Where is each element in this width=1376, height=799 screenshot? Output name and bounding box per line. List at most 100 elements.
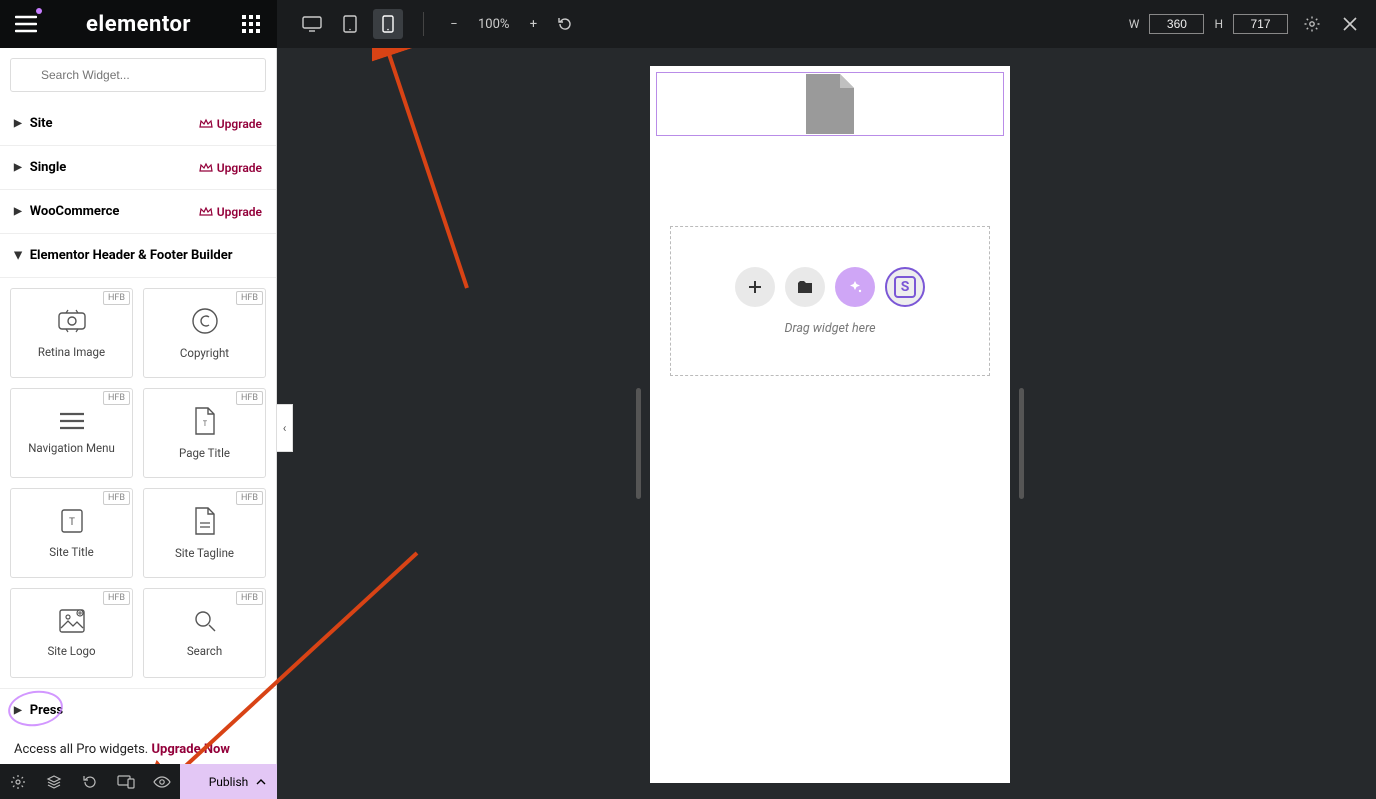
upgrade-text: Upgrade [217, 161, 262, 175]
widget-tag: HFB [103, 291, 130, 305]
collapse-sidebar-handle[interactable]: ‹ [277, 404, 293, 452]
upgrade-badge[interactable]: Upgrade [199, 161, 262, 175]
widget-grid: HFB Retina Image HFB Copyright HFB Navig… [0, 278, 276, 688]
widget-copyright[interactable]: HFB Copyright [143, 288, 266, 378]
search-widget-input[interactable] [10, 58, 266, 92]
s-icon: S [894, 276, 916, 298]
search-widget-icon [192, 608, 218, 634]
page-title-icon: T [193, 406, 217, 436]
page-settings-button[interactable] [0, 764, 36, 799]
caret-right-icon: ▶ [14, 705, 22, 716]
widget-tag: HFB [236, 291, 263, 305]
drop-zone[interactable]: S Drag widget here [670, 226, 990, 376]
widget-site-tagline[interactable]: HFB Site Tagline [143, 488, 266, 578]
caret-right-icon: ▶ [14, 118, 22, 129]
preview-button[interactable] [144, 764, 180, 799]
top-bar: elementor − 100% + W H [0, 0, 1376, 48]
settings-gear-button[interactable] [1298, 10, 1326, 38]
panel-header: elementor [0, 0, 277, 48]
upgrade-badge[interactable]: Upgrade [199, 205, 262, 219]
widgets-grid-button[interactable] [237, 10, 265, 38]
widget-search[interactable]: HFB Search [143, 588, 266, 678]
height-label: H [1214, 17, 1223, 31]
width-input[interactable] [1149, 14, 1204, 34]
publish-button[interactable]: Publish [180, 764, 277, 799]
navigator-button[interactable] [36, 764, 72, 799]
category-single[interactable]: ▶ Single Upgrade [0, 146, 276, 190]
category-press[interactable]: ▶ Press [0, 688, 276, 732]
elementor-logo: elementor [86, 12, 191, 37]
widget-page-title[interactable]: HFB T Page Title [143, 388, 266, 478]
widget-tag: HFB [103, 591, 130, 605]
tablet-device-button[interactable] [335, 9, 365, 39]
svg-text:T: T [69, 517, 75, 528]
close-button[interactable] [1336, 10, 1364, 38]
drop-zone-label: Drag widget here [785, 321, 876, 336]
category-label: Single [30, 160, 67, 175]
crown-icon [199, 206, 213, 218]
device-controls: − 100% + [277, 9, 597, 39]
caret-right-icon: ▶ [14, 206, 22, 217]
publish-options-chevron[interactable] [251, 772, 271, 792]
upgrade-text: Upgrade [217, 117, 262, 131]
widget-tag: HFB [236, 491, 263, 505]
upgrade-promo: Access all Pro widgets. Upgrade Now [0, 732, 276, 764]
mobile-device-button[interactable] [373, 9, 403, 39]
ai-button[interactable] [835, 267, 875, 307]
widget-label: Site Tagline [175, 546, 234, 560]
separator [423, 12, 424, 36]
upgrade-now-link[interactable]: Upgrade Now [151, 742, 229, 757]
site-title-icon: T [59, 507, 85, 535]
widget-label: Site Logo [47, 644, 95, 658]
image-widget-placeholder[interactable] [656, 72, 1004, 136]
publish-label: Publish [209, 775, 249, 789]
widget-label: Retina Image [38, 345, 105, 359]
mobile-preview-frame: S Drag widget here [650, 66, 1010, 783]
category-header-footer-builder[interactable]: ▶ Elementor Header & Footer Builder [0, 234, 276, 278]
widget-tag: HFB [103, 491, 130, 505]
widget-tag: HFB [103, 391, 130, 405]
category-site[interactable]: ▶ Site Upgrade [0, 102, 276, 146]
widget-label: Search [187, 644, 222, 658]
image-placeholder-icon [806, 74, 854, 134]
category-label: WooCommerce [30, 204, 120, 219]
widget-navigation-menu[interactable]: HFB Navigation Menu [10, 388, 133, 478]
zoom-out-button[interactable]: − [444, 17, 464, 32]
height-input[interactable] [1233, 14, 1288, 34]
upgrade-text: Upgrade [217, 205, 262, 219]
svg-text:T: T [202, 420, 207, 428]
category-label: Elementor Header & Footer Builder [30, 248, 233, 263]
hamburger-menu-button[interactable] [12, 10, 40, 38]
responsive-mode-button[interactable] [108, 764, 144, 799]
zoom-reset-button[interactable] [557, 16, 577, 32]
menu-icon [58, 411, 86, 431]
zoom-controls: − 100% + [444, 16, 577, 32]
site-logo-icon [58, 608, 86, 634]
retina-image-icon [56, 307, 88, 335]
scroll-indicator [1019, 388, 1024, 499]
drop-zone-buttons: S [735, 267, 925, 307]
container-button[interactable]: S [885, 267, 925, 307]
widget-site-logo[interactable]: HFB Site Logo [10, 588, 133, 678]
category-label: Press [30, 703, 63, 718]
site-tagline-icon [193, 506, 217, 536]
widget-site-title[interactable]: HFB T Site Title [10, 488, 133, 578]
zoom-in-button[interactable]: + [523, 17, 543, 32]
caret-right-icon: ▶ [14, 162, 22, 173]
widgets-sidebar: ▶ Site Upgrade ▶ Single Upgrade ▶ WooCommer… [0, 48, 277, 764]
add-section-button[interactable] [735, 267, 775, 307]
zoom-level: 100% [478, 17, 509, 32]
desktop-device-button[interactable] [297, 9, 327, 39]
widget-label: Page Title [179, 446, 230, 460]
upgrade-badge[interactable]: Upgrade [199, 117, 262, 131]
crown-icon [199, 162, 213, 174]
caret-down-icon: ▶ [12, 252, 23, 260]
widget-retina-image[interactable]: HFB Retina Image [10, 288, 133, 378]
category-woocommerce[interactable]: ▶ WooCommerce Upgrade [0, 190, 276, 234]
category-label: Site [30, 116, 53, 131]
widget-label: Copyright [180, 346, 229, 360]
template-library-button[interactable] [785, 267, 825, 307]
widget-tag: HFB [236, 391, 263, 405]
history-button[interactable] [72, 764, 108, 799]
copyright-icon [190, 306, 220, 336]
